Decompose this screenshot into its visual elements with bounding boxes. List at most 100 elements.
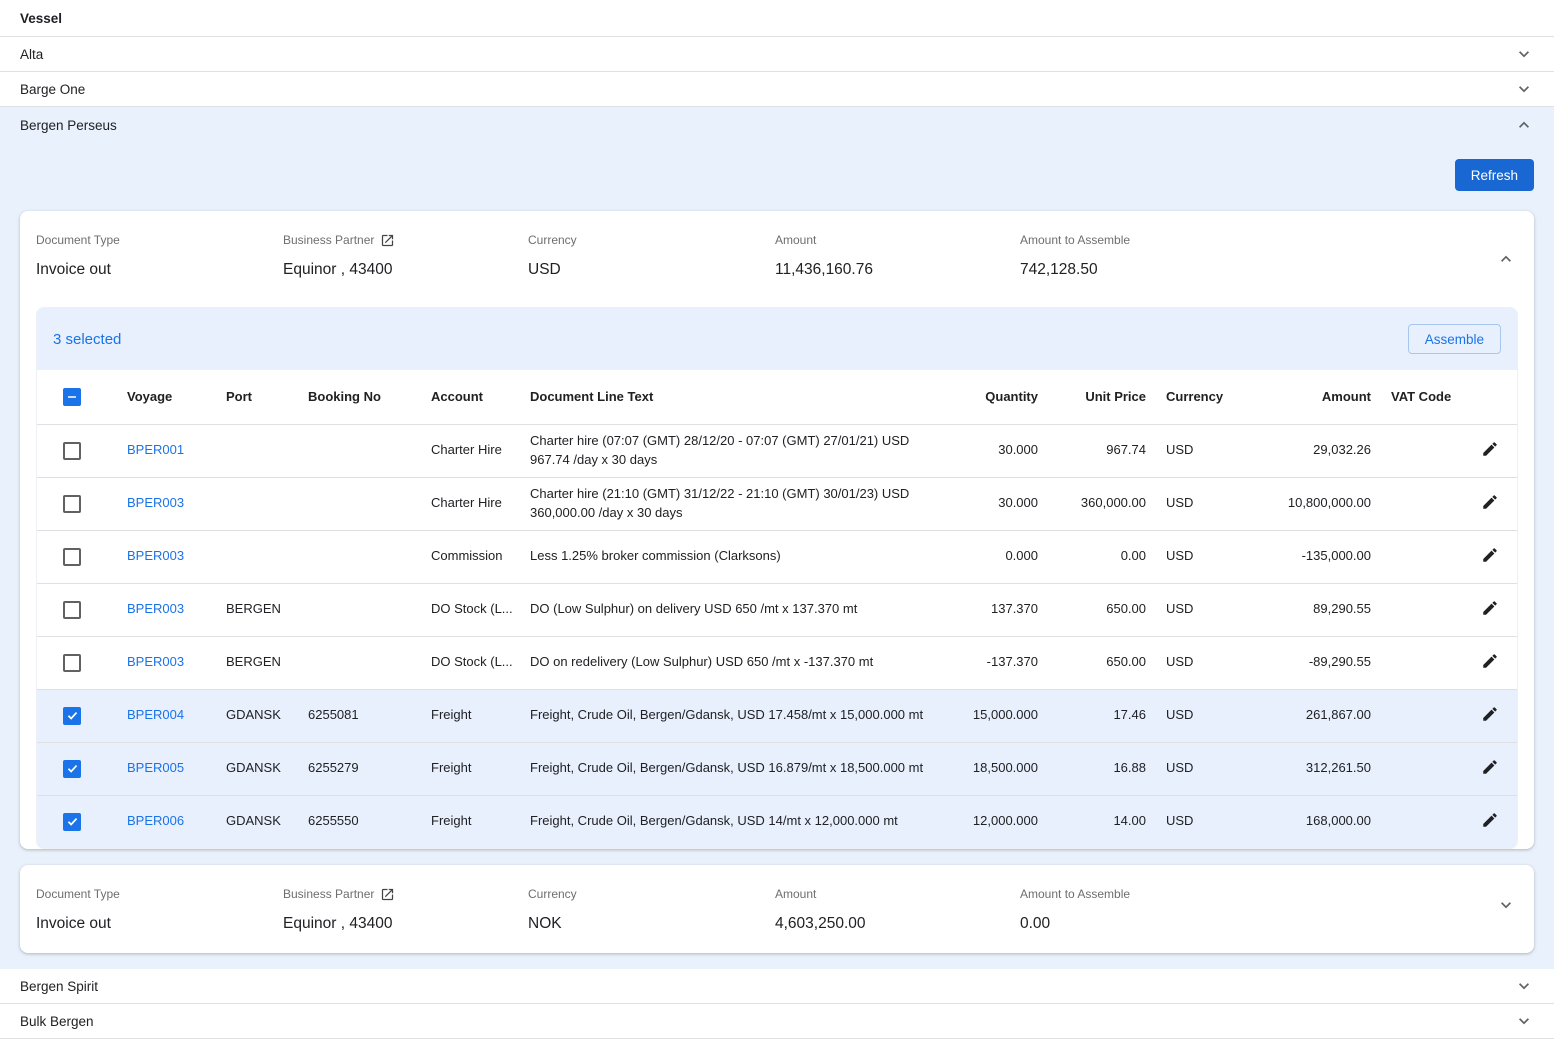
col-voyage: Voyage xyxy=(127,370,226,424)
amount-to-assemble-label: Amount to Assemble xyxy=(1020,232,1476,248)
quantity-cell: 30.000 xyxy=(950,477,1050,530)
document-type-field: Document Type Invoice out xyxy=(36,232,283,279)
voyage-link[interactable]: BPER006 xyxy=(127,813,184,828)
chevron-up-icon xyxy=(1514,115,1534,135)
assemble-button[interactable]: Assemble xyxy=(1408,324,1501,354)
row-select-cell xyxy=(37,636,127,689)
unit-price-cell: 17.46 xyxy=(1050,689,1158,742)
vessel-label: Barge One xyxy=(20,82,85,97)
row-select-cell xyxy=(37,530,127,583)
row-checkbox[interactable] xyxy=(63,442,81,460)
row-checkbox[interactable] xyxy=(63,760,81,778)
amount-cell: -89,290.55 xyxy=(1248,636,1383,689)
edit-line-button[interactable] xyxy=(1479,491,1501,516)
business-partner-field: Business Partner Equinor , 43400 xyxy=(283,886,528,933)
vessel-row-bergen-spirit[interactable]: Bergen Spirit xyxy=(0,969,1554,1004)
row-checkbox[interactable] xyxy=(63,601,81,619)
quantity-cell: 137.370 xyxy=(950,583,1050,636)
line-text-cell: DO (Low Sulphur) on delivery USD 650 /mt… xyxy=(530,583,950,636)
booking-no-cell: 6255081 xyxy=(308,689,431,742)
expand-card-button[interactable] xyxy=(1492,891,1520,922)
amount-cell: -135,000.00 xyxy=(1248,530,1383,583)
table-row: BPER005GDANSK6255279FreightFreight, Crud… xyxy=(37,742,1518,795)
table-row: BPER001Charter HireCharter hire (07:07 (… xyxy=(37,424,1518,477)
select-all-checkbox[interactable] xyxy=(63,388,81,406)
document-type-field: Document Type Invoice out xyxy=(36,886,283,933)
selection-toolbar: 3 selected Assemble xyxy=(37,308,1517,370)
row-select-cell xyxy=(37,477,127,530)
voyage-cell: BPER006 xyxy=(127,795,226,848)
edit-line-button[interactable] xyxy=(1479,703,1501,728)
col-port: Port xyxy=(226,370,308,424)
line-text-cell: Freight, Crude Oil, Bergen/Gdansk, USD 1… xyxy=(530,795,950,848)
line-text-cell: Charter hire (07:07 (GMT) 28/12/20 - 07:… xyxy=(530,424,950,477)
voyage-link[interactable]: BPER003 xyxy=(127,495,184,510)
amount-to-assemble-value: 742,128.50 xyxy=(1020,261,1476,279)
row-select-cell xyxy=(37,689,127,742)
voyage-link[interactable]: BPER005 xyxy=(127,760,184,775)
edit-line-button[interactable] xyxy=(1479,597,1501,622)
col-amount: Amount xyxy=(1248,370,1383,424)
edit-line-button[interactable] xyxy=(1479,650,1501,675)
voyage-link[interactable]: BPER003 xyxy=(127,654,184,669)
edit-line-button[interactable] xyxy=(1479,544,1501,569)
account-cell: Commission xyxy=(431,530,530,583)
refresh-button[interactable]: Refresh xyxy=(1455,159,1534,191)
voyage-link[interactable]: BPER004 xyxy=(127,707,184,722)
row-checkbox[interactable] xyxy=(63,548,81,566)
line-text-cell: Freight, Crude Oil, Bergen/Gdansk, USD 1… xyxy=(530,742,950,795)
edit-cell xyxy=(1463,477,1518,530)
document-type-label: Document Type xyxy=(36,232,273,248)
account-cell: Freight xyxy=(431,795,530,848)
booking-no-cell: 6255279 xyxy=(308,742,431,795)
voyage-cell: BPER003 xyxy=(127,530,226,583)
vessel-row-alta[interactable]: Alta xyxy=(0,37,1554,72)
currency-cell: USD xyxy=(1158,477,1248,530)
open-in-new-icon[interactable] xyxy=(380,233,395,248)
amount-value: 11,436,160.76 xyxy=(775,261,1010,279)
account-cell: Freight xyxy=(431,689,530,742)
document-type-label: Document Type xyxy=(36,886,273,902)
vessel-row-bulk-bergen[interactable]: Bulk Bergen xyxy=(0,1004,1554,1039)
line-text-cell: Freight, Crude Oil, Bergen/Gdansk, USD 1… xyxy=(530,689,950,742)
edit-line-button[interactable] xyxy=(1479,756,1501,781)
quantity-cell: 30.000 xyxy=(950,424,1050,477)
port-cell: GDANSK xyxy=(226,742,308,795)
document-type-value: Invoice out xyxy=(36,915,273,933)
edit-cell xyxy=(1463,795,1518,848)
row-select-cell xyxy=(37,583,127,636)
amount-cell: 29,032.26 xyxy=(1248,424,1383,477)
unit-price-cell: 0.00 xyxy=(1050,530,1158,583)
document-summary: Document Type Invoice out Business Partn… xyxy=(20,865,1534,951)
vessel-row-bergen-perseus[interactable]: Bergen Perseus xyxy=(0,107,1554,143)
chevron-down-icon xyxy=(1514,44,1534,64)
voyage-link[interactable]: BPER001 xyxy=(127,442,184,457)
business-partner-label: Business Partner xyxy=(283,233,374,247)
edit-line-button[interactable] xyxy=(1479,438,1501,463)
amount-to-assemble-field: Amount to Assemble 0.00 xyxy=(1020,886,1486,933)
edit-cell xyxy=(1463,583,1518,636)
line-text-cell: DO on redelivery (Low Sulphur) USD 650 /… xyxy=(530,636,950,689)
open-in-new-icon[interactable] xyxy=(380,887,395,902)
currency-cell: USD xyxy=(1158,583,1248,636)
collapse-card-button[interactable] xyxy=(1492,245,1520,276)
amount-value: 4,603,250.00 xyxy=(775,915,1010,933)
vat-code-cell xyxy=(1383,636,1463,689)
col-currency: Currency xyxy=(1158,370,1248,424)
row-checkbox[interactable] xyxy=(63,654,81,672)
port-cell: BERGEN xyxy=(226,636,308,689)
quantity-cell: -137.370 xyxy=(950,636,1050,689)
quantity-cell: 18,500.000 xyxy=(950,742,1050,795)
row-checkbox[interactable] xyxy=(63,707,81,725)
unit-price-cell: 650.00 xyxy=(1050,583,1158,636)
voyage-link[interactable]: BPER003 xyxy=(127,548,184,563)
row-checkbox[interactable] xyxy=(63,813,81,831)
voyage-link[interactable]: BPER003 xyxy=(127,601,184,616)
col-booking-no: Booking No xyxy=(308,370,431,424)
booking-no-cell: 6255550 xyxy=(308,795,431,848)
currency-label: Currency xyxy=(528,886,765,902)
voyage-cell: BPER003 xyxy=(127,583,226,636)
edit-line-button[interactable] xyxy=(1479,809,1501,834)
vessel-row-barge-one[interactable]: Barge One xyxy=(0,72,1554,107)
row-checkbox[interactable] xyxy=(63,495,81,513)
